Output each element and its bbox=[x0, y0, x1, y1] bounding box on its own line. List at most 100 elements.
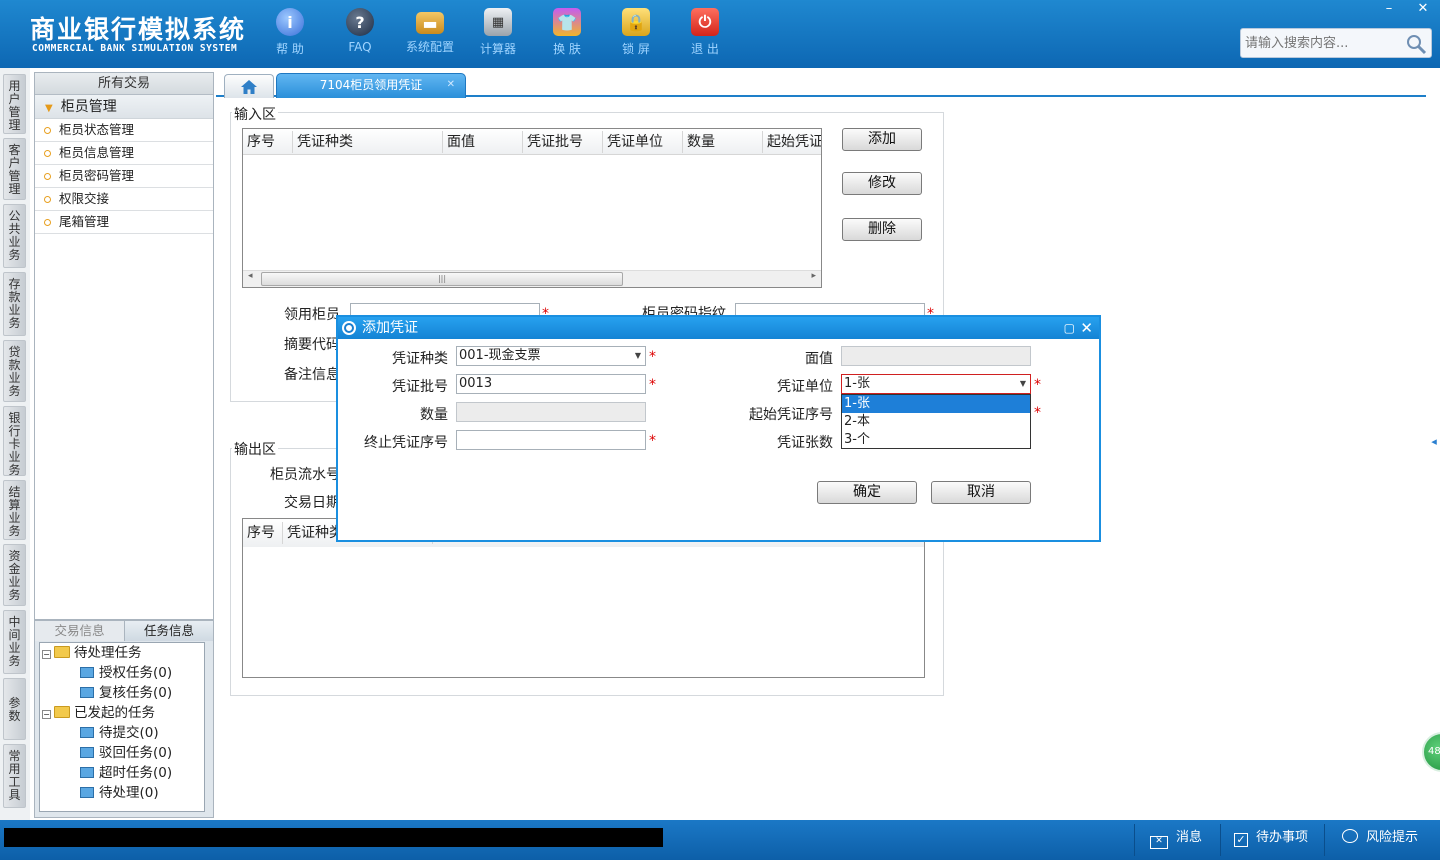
search-input[interactable] bbox=[1241, 29, 1401, 57]
folder-icon bbox=[54, 646, 70, 658]
module-tab-settlement[interactable]: 结算业务 bbox=[3, 480, 26, 540]
module-tab-customer-mgmt[interactable]: 客户管理 bbox=[3, 138, 26, 200]
exit-button[interactable]: ⏻ 退 出 bbox=[675, 8, 735, 57]
module-tab-label: 用户管理 bbox=[8, 79, 21, 132]
skin-button[interactable]: 👕 换 肤 bbox=[537, 8, 597, 57]
risk-alert-button[interactable]: 风险提示 bbox=[1342, 828, 1418, 848]
nav-header[interactable]: 所有交易 bbox=[35, 73, 213, 95]
tab-home[interactable] bbox=[224, 74, 274, 98]
scrollbar-thumb[interactable]: ||| bbox=[261, 272, 623, 286]
module-tab-funds[interactable]: 资金业务 bbox=[3, 544, 26, 606]
voucher-type-select[interactable]: 001-现金支票 ▼ bbox=[456, 346, 646, 366]
lock-screen-button[interactable]: 🔒 锁 屏 bbox=[606, 8, 666, 57]
end-serial-input[interactable] bbox=[456, 430, 646, 450]
toolbox-icon: ▬ bbox=[416, 12, 444, 34]
column-header[interactable]: 数量 bbox=[683, 131, 763, 153]
cancel-button[interactable]: 取消 bbox=[931, 481, 1031, 504]
delete-button[interactable]: 删除 bbox=[842, 218, 922, 241]
dropdown-option[interactable]: 2-本 bbox=[842, 413, 1030, 431]
collapse-icon[interactable]: − bbox=[42, 650, 51, 659]
messages-button[interactable]: ✕ 消息 bbox=[1150, 828, 1202, 849]
module-tab-intermediary[interactable]: 中间业务 bbox=[3, 610, 26, 674]
maximize-icon[interactable]: ▢ bbox=[1064, 317, 1075, 339]
confirm-button[interactable]: 确定 bbox=[817, 481, 917, 504]
mail-icon: ✕ bbox=[1150, 836, 1168, 849]
modify-button[interactable]: 修改 bbox=[842, 172, 922, 195]
tree-node-review-tasks[interactable]: 复核任务(0) bbox=[80, 683, 172, 703]
dropdown-arrow-icon[interactable]: ▼ bbox=[1020, 375, 1026, 393]
collapse-right-icon[interactable]: ◂ bbox=[1428, 420, 1440, 464]
task-icon bbox=[80, 767, 94, 778]
add-voucher-dialog: 添加凭证 ▢ ✕ 凭证种类 001-现金支票 ▼ * 凭证批号 0013 * 数… bbox=[336, 315, 1101, 542]
tree-node-label: 授权任务(0) bbox=[99, 665, 173, 681]
nav-item-tail-box[interactable]: 尾箱管理 bbox=[35, 211, 213, 234]
input-area-legend: 输入区 bbox=[232, 104, 278, 124]
minimize-button[interactable]: – bbox=[1372, 0, 1406, 18]
tree-node-to-submit[interactable]: 待提交(0) bbox=[80, 723, 159, 743]
column-header[interactable]: 序号 bbox=[243, 131, 293, 153]
module-tab-params[interactable]: 参数 bbox=[3, 678, 26, 740]
column-header[interactable]: 凭证单位 bbox=[603, 131, 683, 153]
face-value-input bbox=[841, 346, 1031, 366]
dropdown-option[interactable]: 3-个 bbox=[842, 431, 1030, 449]
module-tab-public-business[interactable]: 公共业务 bbox=[3, 204, 26, 268]
tree-node-pending[interactable]: − 待处理任务 bbox=[42, 643, 142, 663]
nav-item-teller-password[interactable]: 柜员密码管理 bbox=[35, 165, 213, 188]
module-tab-label: 资金业务 bbox=[8, 549, 21, 602]
dialog-title-bar[interactable]: 添加凭证 ▢ ✕ bbox=[338, 317, 1099, 339]
column-header[interactable]: 凭证批号 bbox=[523, 131, 603, 153]
divider bbox=[1134, 824, 1135, 856]
system-config-button[interactable]: ▬ 系统配置 bbox=[400, 8, 460, 55]
faq-button[interactable]: ? FAQ bbox=[330, 8, 390, 54]
tab-voucher-receive[interactable]: 7104柜员领用凭证 ✕ bbox=[276, 73, 466, 98]
tab-transaction-info[interactable]: 交易信息 bbox=[35, 621, 124, 641]
tab-close-icon[interactable]: ✕ bbox=[447, 74, 455, 96]
collapse-icon[interactable]: − bbox=[42, 710, 51, 719]
dialog-close-icon[interactable]: ✕ bbox=[1080, 317, 1093, 339]
help-button[interactable]: i 帮 助 bbox=[260, 8, 320, 57]
search-box bbox=[1240, 28, 1432, 58]
nav-item-teller-info[interactable]: 柜员信息管理 bbox=[35, 142, 213, 165]
search-icon[interactable] bbox=[1405, 33, 1427, 55]
module-tab-deposit[interactable]: 存款业务 bbox=[3, 272, 26, 336]
module-tab-user-mgmt[interactable]: 用户管理 bbox=[3, 74, 26, 134]
tab-task-info[interactable]: 任务信息 bbox=[124, 621, 213, 641]
nav-item-permission-handover[interactable]: 权限交接 bbox=[35, 188, 213, 211]
column-header[interactable]: 面值 bbox=[443, 131, 523, 153]
task-icon bbox=[80, 747, 94, 758]
tshirt-icon: 👕 bbox=[553, 8, 581, 36]
voucher-unit-select[interactable]: 1-张 ▼ bbox=[841, 374, 1031, 394]
scroll-right-icon[interactable]: ▸ bbox=[811, 271, 816, 281]
column-header[interactable]: 序号 bbox=[243, 522, 283, 544]
tree-node-timeout[interactable]: 超时任务(0) bbox=[80, 763, 172, 783]
module-tab-label: 贷款业务 bbox=[8, 345, 21, 398]
module-tab-bank-card[interactable]: 银行卡业务 bbox=[3, 406, 26, 477]
column-header[interactable]: 起始凭证 bbox=[763, 131, 821, 153]
calculator-button[interactable]: ▦ 计算器 bbox=[468, 8, 528, 57]
tree-node-label: 超时任务(0) bbox=[99, 765, 173, 781]
horizontal-scrollbar[interactable]: ◂ ||| ▸ bbox=[243, 270, 821, 287]
todo-button[interactable]: ✓ 待办事项 bbox=[1234, 828, 1308, 848]
module-strip: 用户管理 客户管理 公共业务 存款业务 贷款业务 银行卡业务 结算业务 资金业务… bbox=[0, 68, 30, 820]
todo-label: 待办事项 bbox=[1256, 830, 1309, 845]
tree-node-to-process[interactable]: 待处理(0) bbox=[80, 783, 159, 803]
add-button[interactable]: 添加 bbox=[842, 128, 922, 151]
dropdown-option[interactable]: 1-张 bbox=[842, 395, 1030, 413]
scroll-left-icon[interactable]: ◂ bbox=[248, 271, 253, 281]
page-tabs: 7104柜员领用凭证 ✕ bbox=[216, 72, 1426, 98]
tree-node-label: 待提交(0) bbox=[99, 725, 159, 741]
tree-node-label: 待处理任务 bbox=[74, 645, 142, 661]
module-tab-tools[interactable]: 常用工具 bbox=[3, 744, 26, 808]
column-header[interactable]: 凭证种类 bbox=[293, 131, 443, 153]
folder-icon bbox=[54, 706, 70, 718]
tree-node-initiated[interactable]: − 已发起的任务 bbox=[42, 703, 155, 723]
voucher-batch-input[interactable]: 0013 bbox=[456, 374, 646, 394]
nav-group-teller-mgmt[interactable]: ▼ 柜员管理 bbox=[35, 95, 213, 119]
dropdown-arrow-icon[interactable]: ▼ bbox=[635, 347, 641, 365]
nav-item-teller-status[interactable]: 柜员状态管理 bbox=[35, 119, 213, 142]
expand-arrow-icon: ▼ bbox=[45, 103, 53, 114]
window-close-button[interactable]: ✕ bbox=[1406, 0, 1440, 18]
tree-node-auth-tasks[interactable]: 授权任务(0) bbox=[80, 663, 172, 683]
tree-node-rejected[interactable]: 驳回任务(0) bbox=[80, 743, 172, 763]
module-tab-loan[interactable]: 贷款业务 bbox=[3, 340, 26, 402]
